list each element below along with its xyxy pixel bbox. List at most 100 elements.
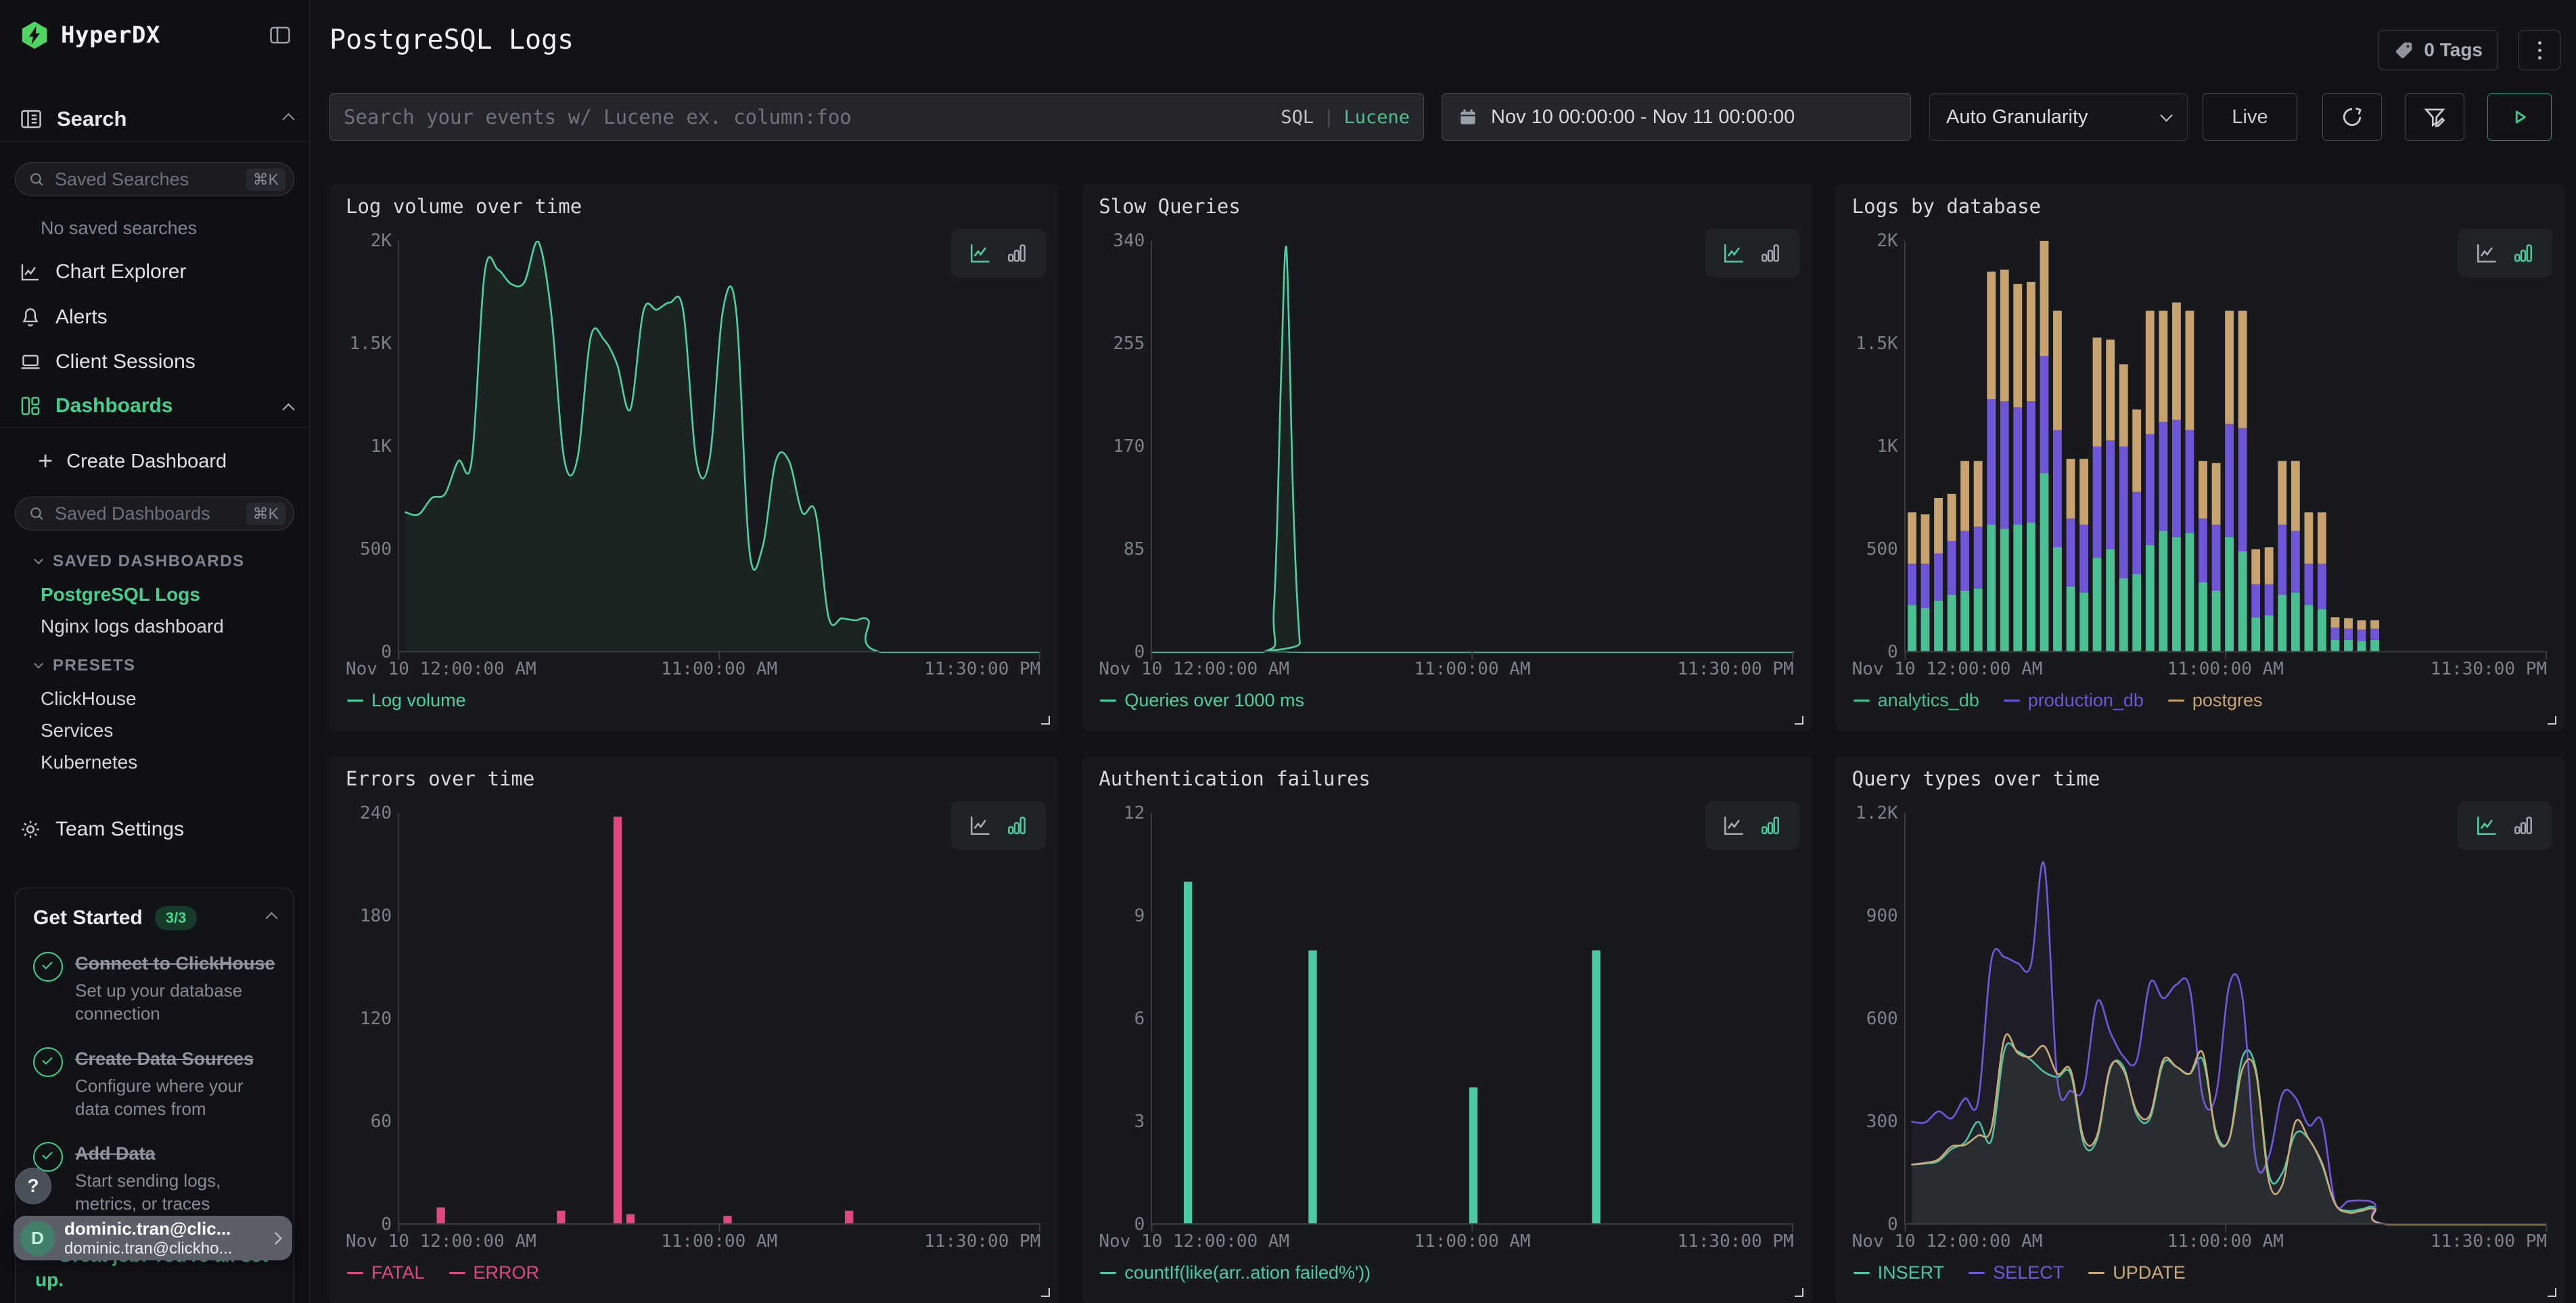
- legend-label: production_db: [2028, 690, 2144, 711]
- y-axis-tick-label: 300: [1836, 1112, 1898, 1132]
- resize-handle-icon[interactable]: [1795, 716, 1803, 725]
- run-query-button[interactable]: [2487, 93, 2552, 141]
- y-axis-tick-label: 500: [1836, 539, 1898, 559]
- nav-label: Chart Explorer: [55, 260, 186, 283]
- resize-handle-icon[interactable]: [2548, 716, 2556, 725]
- shortcut-badge: ⌘K: [246, 168, 285, 191]
- legend-label: Queries over 1000 ms: [1124, 690, 1304, 711]
- user-menu[interactable]: D dominic.tran@clic... dominic.tran@clic…: [14, 1216, 292, 1260]
- resize-handle-icon[interactable]: [1041, 1288, 1050, 1297]
- chart-panel-logs-by-database[interactable]: Logs by database05001K1.5K2KNov 10 12:00…: [1836, 184, 2564, 731]
- legend-item[interactable]: countIf(like(arr..ation failed%')): [1100, 1262, 1371, 1283]
- resize-handle-icon[interactable]: [1795, 1288, 1803, 1297]
- step-title: Add Data: [75, 1142, 276, 1166]
- legend-item[interactable]: UPDATE: [2088, 1262, 2186, 1283]
- more-options-button[interactable]: [2518, 30, 2560, 70]
- chevron-up-icon[interactable]: [284, 394, 293, 417]
- granularity-select[interactable]: Auto Granularity: [1929, 93, 2188, 141]
- live-button[interactable]: Live: [2203, 93, 2297, 141]
- search-nav-icon: [19, 107, 43, 131]
- y-axis-tick-label: 2K: [329, 231, 392, 251]
- collapse-sidebar-button[interactable]: [267, 22, 293, 48]
- legend-dash-icon: [1969, 1272, 1985, 1274]
- x-axis-tick-label: 11:00:00 AM: [661, 659, 777, 679]
- legend-dash-icon: [1854, 700, 1870, 702]
- legend-item[interactable]: INSERT: [1854, 1262, 1945, 1283]
- sidebar-item-alerts[interactable]: Alerts: [19, 298, 293, 336]
- event-search-input[interactable]: [344, 106, 1281, 129]
- resize-handle-icon[interactable]: [2548, 1288, 2556, 1297]
- date-range-picker[interactable]: Nov 10 00:00:00 - Nov 11 00:00:00: [1442, 93, 1911, 141]
- y-axis-tick-label: 340: [1082, 231, 1145, 251]
- no-saved-searches-text: No saved searches: [41, 218, 197, 239]
- legend-item[interactable]: analytics_db: [1854, 690, 1979, 711]
- saved-dashboards-input[interactable]: ⌘K: [15, 497, 294, 530]
- saved-searches-field[interactable]: [55, 169, 246, 190]
- sidebar-item-search[interactable]: Search: [19, 100, 293, 138]
- chart-panel-auth-failures[interactable]: Authentication failures036912Nov 10 12:0…: [1082, 756, 1811, 1303]
- legend-item[interactable]: Queries over 1000 ms: [1100, 690, 1304, 711]
- preset-link-clickhouse[interactable]: ClickHouse: [41, 688, 137, 710]
- section-presets[interactable]: PRESETS: [35, 656, 136, 676]
- lucene-mode-toggle[interactable]: Lucene: [1343, 107, 1410, 128]
- dashboard-link-nginx[interactable]: Nginx logs dashboard: [41, 616, 224, 637]
- chart-plot: [1151, 241, 1793, 662]
- saved-searches-input[interactable]: ⌘K: [15, 162, 294, 196]
- get-started-item[interactable]: Create Data Sources Configure where your…: [33, 1047, 276, 1121]
- gear-icon: [19, 818, 42, 841]
- legend-label: SELECT: [1993, 1262, 2064, 1283]
- legend-item[interactable]: ERROR: [449, 1262, 540, 1283]
- get-started-title: Get Started: [33, 907, 143, 930]
- create-dashboard-button[interactable]: + Create Dashboard: [38, 444, 227, 479]
- chart-plot: [1151, 813, 1793, 1234]
- legend-dash-icon: [2088, 1272, 2104, 1274]
- divider: [0, 141, 309, 142]
- chart-plot: [1904, 813, 2547, 1234]
- event-search-bar[interactable]: SQL | Lucene: [329, 93, 1424, 141]
- legend-item[interactable]: production_db: [2004, 690, 2144, 711]
- sidebar-item-team-settings[interactable]: Team Settings: [19, 810, 293, 848]
- sidebar-item-client-sessions[interactable]: Client Sessions: [19, 343, 293, 381]
- x-axis-tick-label: Nov 10 12:00:00 AM: [1099, 1231, 1289, 1252]
- x-axis-tick-label: 11:30:00 PM: [1677, 659, 1793, 679]
- legend-label: countIf(like(arr..ation failed%')): [1124, 1262, 1371, 1283]
- create-dashboard-label: Create Dashboard: [66, 451, 227, 473]
- chart-panel-query-types[interactable]: Query types over time03006009001.2KNov 1…: [1836, 756, 2564, 1303]
- preset-link-services[interactable]: Services: [41, 720, 113, 741]
- get-started-header[interactable]: Get Started 3/3: [33, 906, 276, 930]
- refresh-button[interactable]: [2322, 93, 2382, 141]
- section-saved-dashboards[interactable]: SAVED DASHBOARDS: [35, 551, 245, 572]
- legend-item[interactable]: postgres: [2168, 690, 2263, 711]
- get-started-item[interactable]: Add Data Start sending logs, metrics, or…: [33, 1142, 276, 1216]
- chevron-right-icon: [269, 1232, 281, 1244]
- legend-item[interactable]: FATAL: [347, 1262, 425, 1283]
- y-axis-tick-label: 255: [1082, 334, 1145, 354]
- get-started-item[interactable]: Connect to ClickHouse Set up your databa…: [33, 952, 276, 1026]
- tags-button[interactable]: 0 Tags: [2378, 30, 2498, 70]
- legend-label: Log volume: [371, 690, 466, 711]
- chart-legend: INSERT SELECT UPDATE: [1854, 1262, 2186, 1283]
- x-axis-tick-label: Nov 10 12:00:00 AM: [1852, 1231, 2043, 1252]
- preset-link-kubernetes[interactable]: Kubernetes: [41, 752, 137, 773]
- chart-panel-log-volume[interactable]: Log volume over time05001K1.5K2KNov 10 1…: [329, 184, 1058, 731]
- sidebar-item-dashboards[interactable]: Dashboards: [19, 387, 293, 425]
- resize-handle-icon[interactable]: [1041, 716, 1050, 725]
- chart-panel-errors-over-time[interactable]: Errors over time060120180240Nov 10 12:00…: [329, 756, 1058, 1303]
- x-axis-tick-label: 11:00:00 AM: [1414, 659, 1530, 679]
- sidebar-item-chart-explorer[interactable]: Chart Explorer: [19, 253, 293, 291]
- saved-dashboards-field[interactable]: [55, 503, 246, 524]
- legend-label: postgres: [2192, 690, 2263, 711]
- help-button[interactable]: ?: [15, 1168, 51, 1204]
- bell-icon: [19, 306, 42, 329]
- chevron-up-icon[interactable]: [267, 912, 276, 924]
- x-axis-tick-label: 11:30:00 PM: [2431, 1231, 2547, 1252]
- chart-panel-slow-queries[interactable]: Slow Queries085170255340Nov 10 12:00:00 …: [1082, 184, 1811, 731]
- help-question-mark: ?: [27, 1175, 39, 1197]
- dashboard-link-postgresql-logs[interactable]: PostgreSQL Logs: [41, 584, 200, 605]
- sql-mode-toggle[interactable]: SQL: [1281, 107, 1314, 128]
- filter-edit-button[interactable]: [2405, 93, 2464, 141]
- x-axis-tick-label: 11:00:00 AM: [2167, 659, 2284, 679]
- legend-item[interactable]: Log volume: [347, 690, 466, 711]
- chevron-up-icon[interactable]: [284, 113, 293, 125]
- legend-item[interactable]: SELECT: [1969, 1262, 2064, 1283]
